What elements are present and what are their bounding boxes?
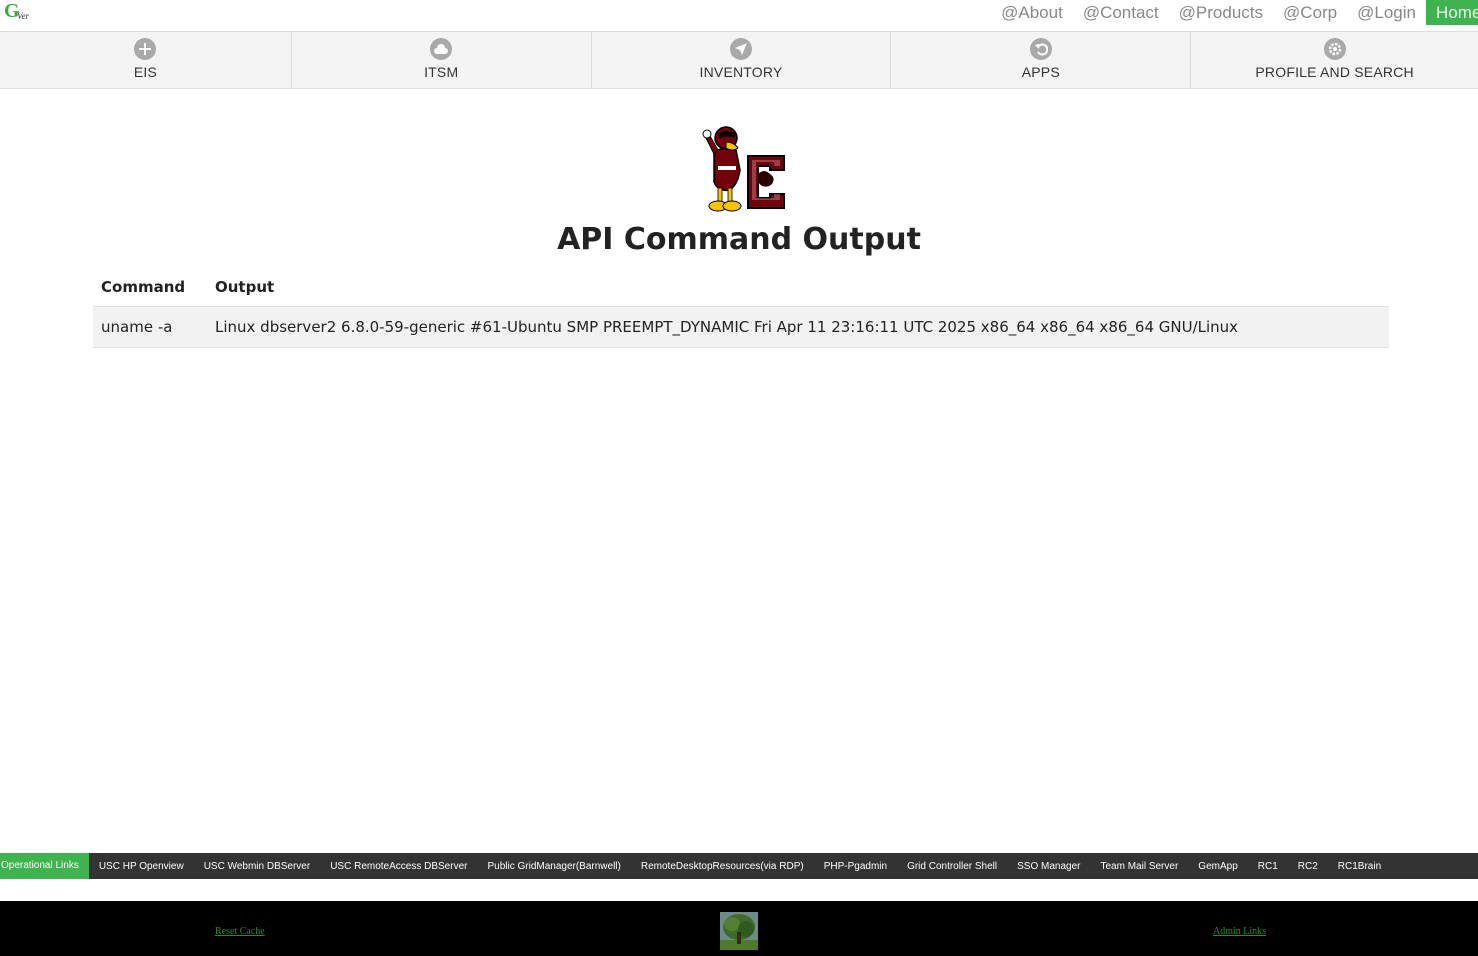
op-link-php-pgadmin[interactable]: PHP-Pgadmin	[824, 861, 887, 872]
nav-item-apps[interactable]: APPS	[891, 32, 1192, 88]
command-output-table: Command Output uname -a Linux dbserver2 …	[93, 270, 1389, 348]
op-link-grid-controller-shell[interactable]: Grid Controller Shell	[907, 861, 997, 872]
products-link[interactable]: @Products	[1179, 0, 1263, 25]
logo-sub: Ver	[17, 11, 29, 21]
op-link-rc2[interactable]: RC2	[1298, 861, 1318, 872]
undo-icon	[1029, 38, 1052, 60]
corp-link[interactable]: @Corp	[1283, 0, 1337, 25]
plus-circle-icon	[134, 38, 157, 60]
admin-links-link[interactable]: Admin Links	[1213, 926, 1266, 937]
op-link-sso-manager[interactable]: SSO Manager	[1017, 861, 1080, 872]
op-link-rc1[interactable]: RC1	[1258, 861, 1278, 872]
mascot-image	[700, 122, 788, 214]
nav-label: ITSM	[424, 64, 459, 80]
command-header: Command	[93, 270, 207, 307]
op-link-usc-webmin-dbserver[interactable]: USC Webmin DBServer	[204, 861, 311, 872]
command-cell: uname -a	[93, 306, 207, 348]
op-link-rc1brain[interactable]: RC1Brain	[1338, 861, 1381, 872]
operational-links-label: Operational Links	[0, 853, 89, 879]
table-row: uname -a Linux dbserver2 6.8.0-59-generi…	[93, 306, 1389, 348]
op-link-public-gridmanager[interactable]: Public GridManager(Barnwell)	[487, 861, 620, 872]
nav-label: PROFILE AND SEARCH	[1255, 64, 1414, 80]
output-cell: Linux dbserver2 6.8.0-59-generic #61-Ubu…	[207, 306, 1389, 348]
cloud-icon	[430, 38, 453, 60]
nav-label: APPS	[1021, 64, 1060, 80]
main-nav: EIS ITSM INVENTORY APPS PROFILE AND SEAR…	[0, 32, 1478, 89]
table-header-row: Command Output	[93, 270, 1389, 307]
gear-icon	[1323, 38, 1346, 60]
home-link[interactable]: Home	[1426, 0, 1478, 25]
op-link-gemapp[interactable]: GemApp	[1198, 861, 1237, 872]
contact-link[interactable]: @Contact	[1083, 0, 1159, 25]
output-header: Output	[207, 270, 1389, 307]
nav-item-profile-and-search[interactable]: PROFILE AND SEARCH	[1191, 32, 1478, 88]
top-bar: G Ver @About @Contact @Products @Corp @L…	[0, 0, 1478, 32]
nav-item-eis[interactable]: EIS	[0, 32, 292, 88]
top-links: @About @Contact @Products @Corp @Login H…	[981, 0, 1478, 25]
op-link-usc-hp-openview[interactable]: USC HP Openview	[99, 861, 184, 872]
op-link-team-mail-server[interactable]: Team Mail Server	[1100, 861, 1178, 872]
footer: Reset Cache Admin Links	[0, 901, 1478, 956]
page-title: API Command Output	[557, 222, 921, 257]
operational-links-bar: Operational Links USC HP Openview USC We…	[0, 853, 1478, 879]
op-link-usc-remoteaccess-dbserver[interactable]: USC RemoteAccess DBServer	[330, 861, 467, 872]
tree-image[interactable]	[720, 912, 758, 950]
nav-label: INVENTORY	[699, 64, 783, 80]
about-link[interactable]: @About	[1001, 0, 1063, 25]
login-link[interactable]: @Login	[1357, 0, 1416, 25]
reset-cache-link[interactable]: Reset Cache	[215, 926, 265, 937]
site-logo[interactable]: G Ver	[4, 0, 34, 24]
navigation-arrow-icon	[729, 38, 752, 60]
nav-item-itsm[interactable]: ITSM	[292, 32, 592, 88]
nav-label: EIS	[133, 64, 157, 80]
op-link-remote-desktop-resources[interactable]: RemoteDesktopResources(via RDP)	[641, 861, 804, 872]
nav-item-inventory[interactable]: INVENTORY	[592, 32, 892, 88]
